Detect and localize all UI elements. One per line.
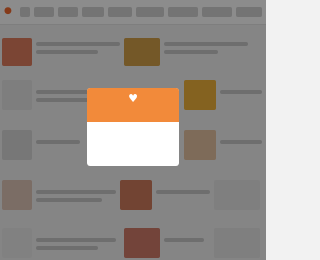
modal-title [91, 108, 175, 118]
modal-dialog: ♥ [87, 88, 179, 166]
modal-header: ♥ [87, 88, 179, 122]
heart-icon: ♥ [128, 92, 138, 105]
modal-body-text [93, 136, 173, 152]
modal-subtitle [93, 126, 173, 134]
